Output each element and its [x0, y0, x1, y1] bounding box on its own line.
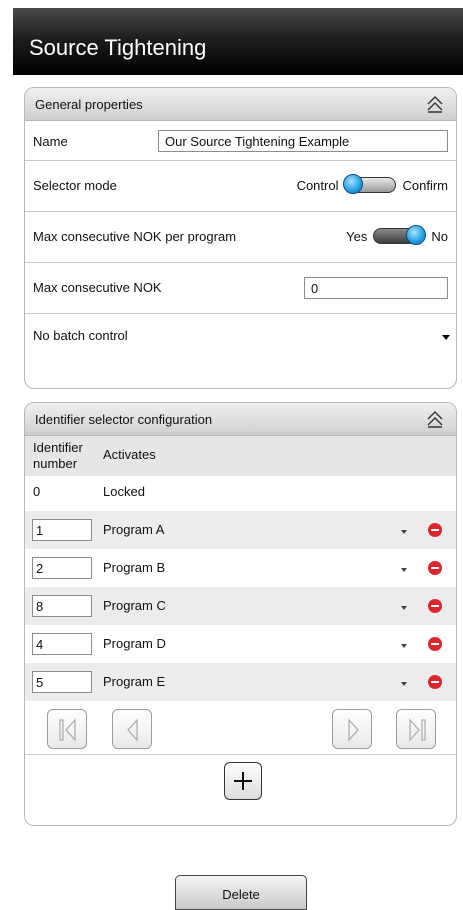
- max-nok-row: Max consecutive NOK 0: [25, 263, 456, 314]
- option-no: No: [431, 228, 448, 244]
- table-row: 1 Program A: [25, 511, 456, 549]
- column-identifier-number: Identifier number: [33, 440, 83, 471]
- identifier-number-input[interactable]: 4: [32, 633, 92, 655]
- table-row: 2 Program B: [25, 549, 456, 587]
- max-nok-program-toggle[interactable]: [373, 225, 427, 245]
- chevron-down-icon[interactable]: [442, 335, 450, 340]
- max-nok-program-row: Max consecutive NOK per program Yes No: [25, 212, 456, 263]
- batch-control-select[interactable]: No batch control: [25, 314, 456, 358]
- collapse-up-icon[interactable]: [426, 95, 444, 113]
- activates-value: Program E: [103, 674, 166, 689]
- name-row: Name Our Source Tightening Example: [25, 121, 456, 161]
- selector-mode-label: Selector mode: [33, 178, 117, 193]
- remove-icon[interactable]: [428, 675, 442, 689]
- last-page-icon: [409, 718, 426, 742]
- max-nok-field[interactable]: 0: [304, 277, 448, 299]
- option-yes: Yes: [346, 228, 368, 244]
- first-page-icon: [59, 718, 76, 742]
- identifier-config-panel: Identifier selector configuration Identi…: [24, 402, 457, 826]
- selector-mode-toggle[interactable]: [343, 174, 397, 194]
- delete-button[interactable]: Delete: [175, 875, 307, 910]
- max-nok-program-toggle-group: Yes No: [346, 225, 448, 245]
- chevron-down-icon[interactable]: [401, 644, 407, 648]
- activates-value: Locked: [103, 484, 145, 499]
- next-page-button[interactable]: [332, 709, 372, 749]
- previous-page-icon: [127, 718, 138, 742]
- identifier-config-header[interactable]: Identifier selector configuration: [25, 403, 456, 436]
- first-page-button[interactable]: [47, 709, 87, 749]
- batch-control-value: No batch control: [33, 328, 128, 343]
- selector-mode-toggle-group: Control Confirm: [296, 174, 448, 194]
- pagination-bar: [25, 701, 456, 755]
- general-properties-panel: General properties Name Our Source Tight…: [24, 87, 457, 389]
- last-page-button[interactable]: [396, 709, 436, 749]
- name-label: Name: [33, 134, 68, 149]
- activates-value: Program D: [103, 636, 166, 651]
- remove-icon[interactable]: [428, 637, 442, 651]
- panel-title: General properties: [35, 97, 143, 112]
- remove-icon[interactable]: [428, 561, 442, 575]
- activates-value: Program C: [103, 598, 166, 613]
- chevron-down-icon[interactable]: [401, 530, 407, 534]
- table-header: Identifier number Activates: [25, 436, 456, 476]
- name-field[interactable]: Our Source Tightening Example: [158, 130, 448, 152]
- chevron-down-icon[interactable]: [401, 606, 407, 610]
- identifier-number: 0: [33, 484, 41, 499]
- next-page-icon: [348, 718, 359, 742]
- remove-icon[interactable]: [428, 523, 442, 537]
- table-row: 8 Program C: [25, 587, 456, 625]
- chevron-down-icon[interactable]: [401, 568, 407, 572]
- table-row-locked: 0 Locked: [25, 476, 456, 511]
- page-title: Source Tightening: [29, 35, 207, 60]
- identifier-number-input[interactable]: 8: [32, 595, 92, 617]
- table-row: 5 Program E: [25, 663, 456, 701]
- chevron-down-icon[interactable]: [401, 682, 407, 686]
- app-header: Source Tightening: [13, 8, 463, 75]
- collapse-up-icon[interactable]: [426, 410, 444, 428]
- identifier-number-input[interactable]: 5: [32, 671, 92, 693]
- identifier-number-input[interactable]: 1: [32, 519, 92, 541]
- remove-icon[interactable]: [428, 599, 442, 613]
- identifier-number-input[interactable]: 2: [32, 557, 92, 579]
- activates-value: Program A: [103, 522, 165, 537]
- selector-option-confirm: Confirm: [402, 177, 448, 193]
- max-nok-program-label: Max consecutive NOK per program: [33, 229, 237, 244]
- add-identifier-button[interactable]: [224, 762, 262, 800]
- selector-option-control: Control: [296, 177, 339, 193]
- table-row: 4 Program D: [25, 625, 456, 663]
- toggle-knob[interactable]: [406, 225, 427, 245]
- max-nok-label: Max consecutive NOK: [33, 280, 162, 295]
- toggle-knob[interactable]: [343, 174, 364, 194]
- previous-page-button[interactable]: [112, 709, 152, 749]
- activates-value: Program B: [103, 560, 166, 575]
- column-activates: Activates: [103, 447, 156, 462]
- add-row-bar: [25, 755, 456, 820]
- selector-mode-row: Selector mode Control Confirm: [25, 161, 456, 212]
- panel-title: Identifier selector configuration: [35, 412, 213, 427]
- general-properties-header[interactable]: General properties: [25, 88, 456, 121]
